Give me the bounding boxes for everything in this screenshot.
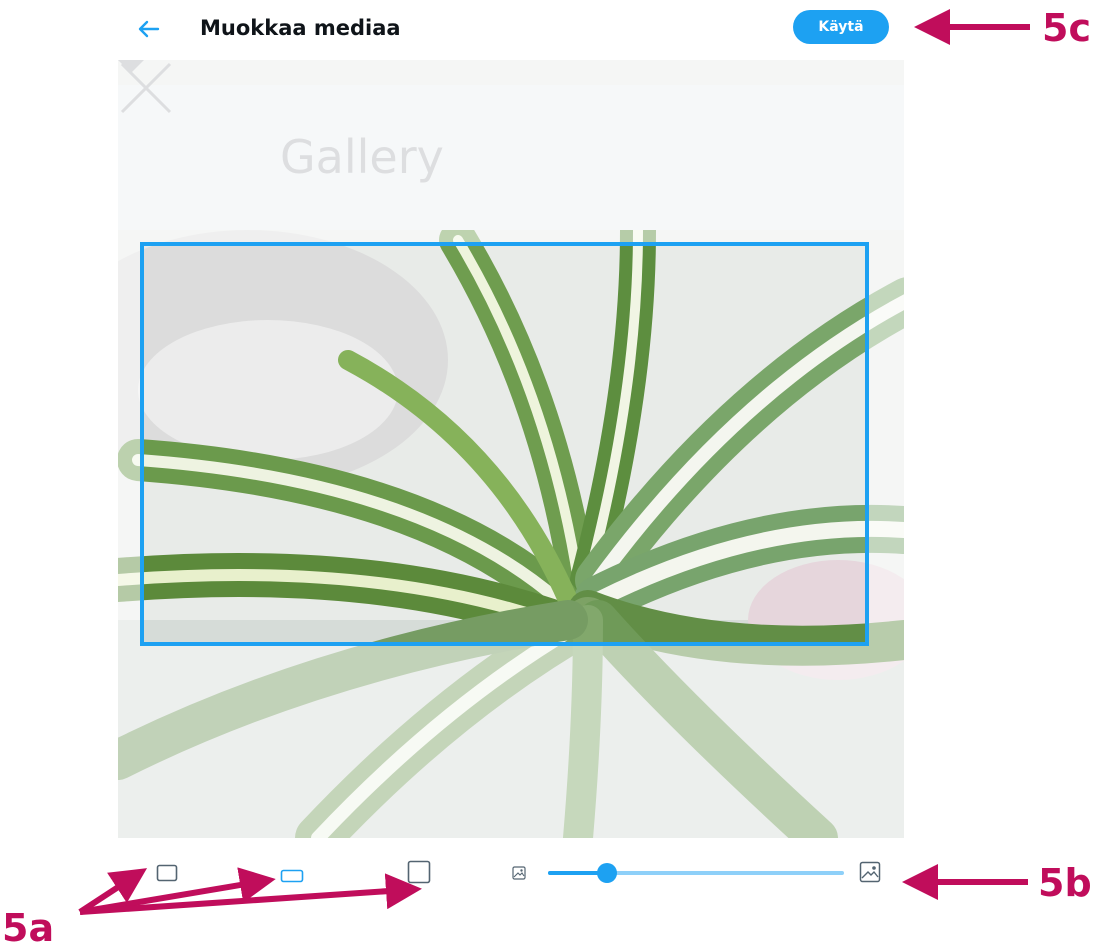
annotation-5c: 5c [1042, 6, 1091, 50]
annotation-5a: 5a [2, 906, 55, 950]
annotation-5b: 5b [1038, 861, 1092, 905]
annotation-arrows [78, 9, 1030, 915]
